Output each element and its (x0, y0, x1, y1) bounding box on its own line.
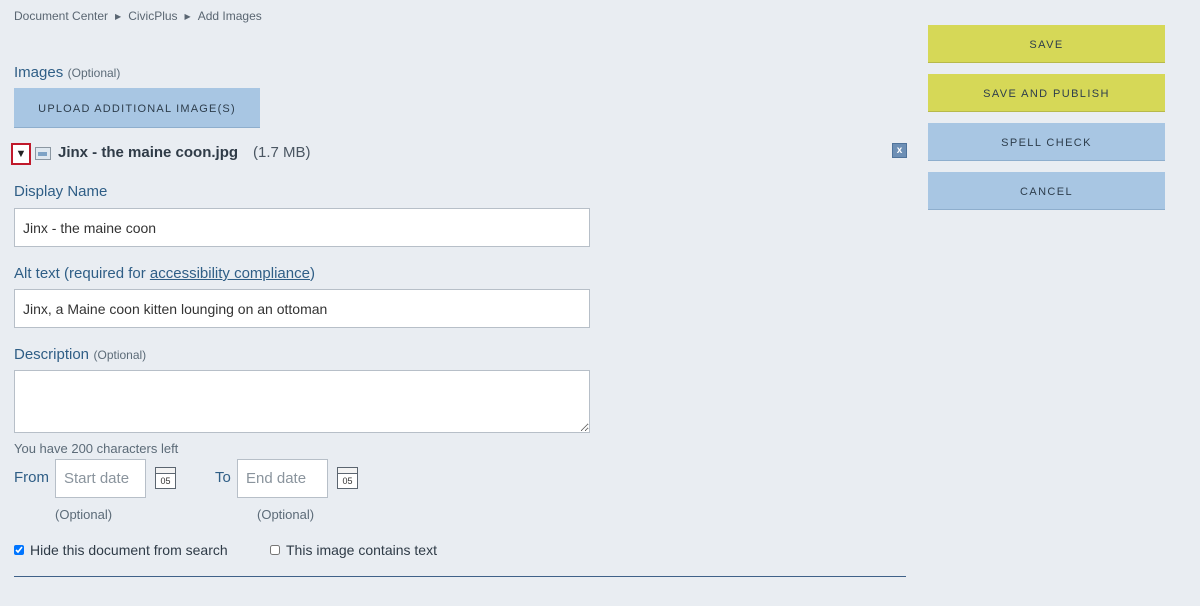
images-label: Images (14, 64, 64, 81)
cancel-button[interactable]: CANCEL (928, 172, 1165, 210)
calendar-number: 05 (160, 476, 171, 486)
image-file-icon (35, 147, 51, 160)
alt-text-label: Alt text (required for accessibility com… (14, 265, 315, 282)
hide-from-search-checkbox[interactable] (14, 545, 24, 555)
images-heading: Images (Optional) (14, 64, 120, 82)
contains-text-label[interactable]: This image contains text (286, 542, 437, 558)
breadcrumb-separator-icon: ▶ (115, 11, 122, 21)
description-optional-label: (Optional) (93, 348, 147, 362)
alt-text-label-prefix: Alt text (required for (14, 265, 150, 282)
display-name-label: Display Name (14, 183, 108, 200)
start-date-input[interactable] (55, 459, 146, 498)
end-date-calendar-icon[interactable]: 05 (337, 467, 358, 489)
contains-text-option: This image contains text (270, 542, 437, 558)
from-label: From (14, 469, 49, 486)
alt-text-label-suffix: ) (309, 265, 315, 282)
end-date-input[interactable] (237, 459, 328, 498)
spell-check-button[interactable]: SPELL CHECK (928, 123, 1165, 161)
start-date-calendar-icon[interactable]: 05 (155, 467, 176, 489)
breadcrumb-item-add-images: Add Images (197, 9, 262, 23)
collapse-toggle-button[interactable]: ▼ (11, 143, 31, 165)
upload-additional-images-button[interactable]: UPLOAD ADDITIONAL IMAGE(S) (14, 88, 260, 128)
hide-from-search-option: Hide this document from search (14, 542, 228, 558)
file-name: Jinx - the maine coon.jpg (58, 144, 239, 161)
section-divider (14, 576, 906, 577)
end-date-optional-label: (Optional) (257, 507, 315, 522)
display-name-input[interactable] (14, 208, 590, 247)
start-date-optional-label: (Optional) (55, 507, 113, 522)
triangle-down-icon: ▼ (15, 147, 27, 160)
description-textarea[interactable] (14, 370, 590, 433)
characters-left-text: You have 200 characters left (14, 441, 179, 456)
alt-text-input[interactable] (14, 289, 590, 328)
images-optional-label: (Optional) (67, 66, 121, 80)
description-label: Description (14, 346, 90, 363)
breadcrumb-item-document-center[interactable]: Document Center (14, 9, 108, 23)
calendar-number: 05 (342, 476, 353, 486)
description-heading: Description (Optional) (14, 346, 146, 364)
file-size: (1.7 MB) (253, 144, 311, 161)
remove-file-icon[interactable]: x (892, 143, 907, 158)
breadcrumb-item-civicplus[interactable]: CivicPlus (128, 9, 177, 23)
save-button[interactable]: SAVE (928, 25, 1165, 63)
breadcrumb: Document Center ▶ CivicPlus ▶ Add Images (14, 9, 262, 23)
breadcrumb-separator-icon: ▶ (184, 11, 191, 21)
accessibility-compliance-link[interactable]: accessibility compliance (150, 265, 310, 282)
to-label: To (215, 469, 231, 486)
save-and-publish-button[interactable]: SAVE AND PUBLISH (928, 74, 1165, 112)
contains-text-checkbox[interactable] (270, 545, 280, 555)
hide-from-search-label[interactable]: Hide this document from search (30, 542, 228, 558)
